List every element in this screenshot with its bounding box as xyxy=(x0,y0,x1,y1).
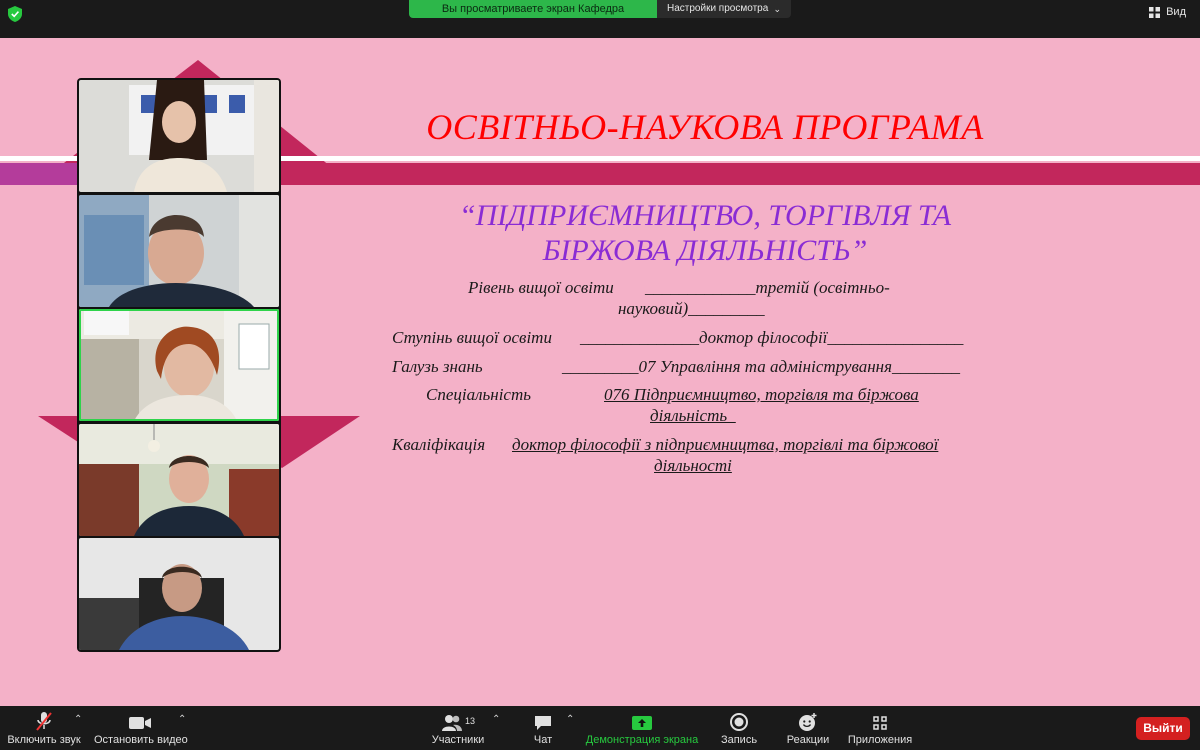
subtitle-line-1: “ПІДПРИЄМНИЦТВО, ТОРГІВЛЯ ТА xyxy=(458,199,952,232)
specialty-label: Спеціальність xyxy=(426,385,531,404)
participant-video xyxy=(79,309,279,421)
reactions-button[interactable]: Реакции xyxy=(784,706,832,750)
audio-options-caret[interactable]: ⌃ xyxy=(74,714,82,725)
video-tile[interactable] xyxy=(79,423,279,536)
record-label: Запись xyxy=(720,734,758,746)
leave-button[interactable]: Выйти xyxy=(1136,717,1190,740)
apps-icon xyxy=(873,716,887,730)
mic-muted-icon xyxy=(36,712,52,731)
video-tile-active-speaker[interactable] xyxy=(79,309,279,421)
chat-options-caret[interactable]: ⌃ xyxy=(566,714,574,725)
field-value: _________07 Управління та адмініструванн… xyxy=(562,357,960,376)
apps-label: Приложения xyxy=(847,734,913,746)
level-label: Рівень вищої освіти xyxy=(468,278,614,297)
chat-icon xyxy=(535,716,551,730)
stop-video-button[interactable]: Остановить видео xyxy=(94,706,188,750)
grid-icon xyxy=(1149,6,1161,18)
specialty-value-1: 076 Підприємництво, торгівля та біржова xyxy=(604,385,919,404)
video-tile[interactable] xyxy=(79,194,279,307)
participants-count: 13 xyxy=(464,716,475,726)
unmute-label: Включить звук xyxy=(7,734,81,746)
participants-icon xyxy=(441,715,462,731)
view-button-label: Вид xyxy=(1166,6,1186,18)
meeting-toolbar: Включить звук ⌃ Остановить видео ⌃ 13 Уч… xyxy=(0,706,1200,750)
share-banner: Вы просматриваете экран Кафедра xyxy=(409,0,657,18)
top-bar: Вы просматриваете экран Кафедра Настройк… xyxy=(0,0,1200,38)
participants-options-caret[interactable]: ⌃ xyxy=(492,714,500,725)
degree-label: Ступінь вищої освіти xyxy=(392,328,552,347)
participant-video xyxy=(79,423,279,536)
chat-label: Чат xyxy=(533,734,553,746)
participant-video xyxy=(79,80,279,192)
participant-video xyxy=(79,194,279,307)
slide-subtitle: “ПІДПРИЄМНИЦТВО, ТОРГІВЛЯ ТА БІРЖОВА ДІЯ… xyxy=(405,198,1005,268)
video-options-caret[interactable]: ⌃ xyxy=(178,714,186,725)
field-label: Галузь знань xyxy=(392,357,483,376)
unmute-button[interactable]: Включить звук xyxy=(6,706,82,750)
qualification-label: Кваліфікація xyxy=(392,435,486,454)
reactions-icon xyxy=(799,713,817,731)
participants-label: Участники xyxy=(431,734,485,746)
qualification-value-2: діяльності xyxy=(654,456,732,475)
share-screen-icon xyxy=(632,716,652,730)
view-button[interactable]: Вид xyxy=(1149,6,1186,18)
record-icon xyxy=(730,713,748,731)
chat-button[interactable]: Чат xyxy=(528,706,558,750)
qualification-value-1: доктор філософії з підприємництва, торгі… xyxy=(512,435,939,454)
participant-video xyxy=(79,538,279,650)
slide-title: ОСВІТНЬО-НАУКОВА ПРОГРАМА xyxy=(426,107,984,147)
view-options-label: Настройки просмотра xyxy=(667,3,769,14)
stop-video-label: Остановить видео xyxy=(94,734,188,746)
degree-value: ______________доктор філософії__________… xyxy=(580,328,964,347)
subtitle-line-2: БІРЖОВА ДІЯЛЬНІСТЬ” xyxy=(542,234,868,267)
chevron-down-icon: ⌄ xyxy=(773,4,781,14)
reactions-label: Реакции xyxy=(786,734,830,746)
level-value-1: _____________третій (освітньо- xyxy=(645,278,890,297)
specialty-value-2: діяльність_ xyxy=(650,406,736,425)
share-screen-button[interactable]: Демонстрация экрана xyxy=(584,706,700,750)
video-tile[interactable] xyxy=(79,538,279,650)
level-value-2: науковий)_________ xyxy=(618,299,765,318)
apps-button[interactable]: Приложения xyxy=(846,706,914,750)
zoom-window: Вы просматриваете экран Кафедра Настройк… xyxy=(0,0,1200,750)
participants-button[interactable]: 13 Участники xyxy=(428,706,488,750)
camera-icon xyxy=(129,717,151,729)
share-screen-label: Демонстрация экрана xyxy=(585,734,699,746)
record-button[interactable]: Запись xyxy=(718,706,760,750)
video-tile[interactable] xyxy=(79,80,279,192)
shield-icon[interactable] xyxy=(8,6,22,22)
view-options-dropdown[interactable]: Настройки просмотра ⌄ xyxy=(657,0,791,18)
video-strip[interactable] xyxy=(77,78,281,652)
